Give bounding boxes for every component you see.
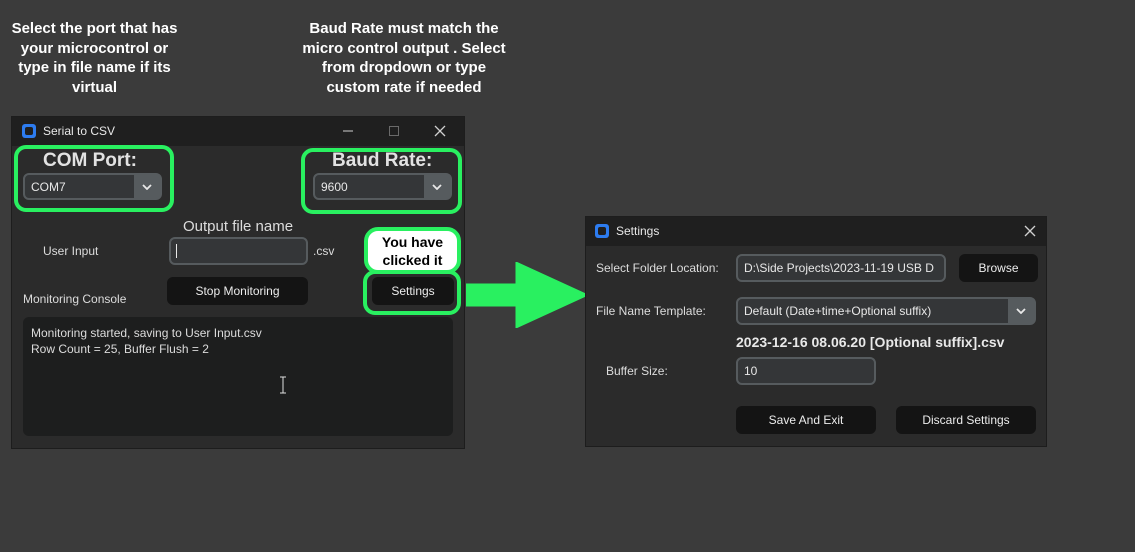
settings-titlebar: Settings xyxy=(586,217,1046,246)
folder-location-value: D:\Side Projects\2023-11-19 USB D xyxy=(744,261,934,275)
chevron-down-icon[interactable] xyxy=(1008,299,1034,323)
port-annotation: Select the port that has your microcontr… xyxy=(11,20,178,96)
monitoring-console-label: Monitoring Console xyxy=(23,292,127,306)
folder-location-label: Select Folder Location: xyxy=(596,261,719,275)
console-line: Row Count = 25, Buffer Flush = 2 xyxy=(31,342,209,356)
output-file-label: Output file name xyxy=(183,218,294,235)
main-window-title: Serial to CSV xyxy=(43,124,116,138)
discard-settings-button[interactable]: Discard Settings xyxy=(896,406,1036,434)
minimize-icon[interactable] xyxy=(336,120,360,142)
maximize-icon[interactable] xyxy=(382,120,406,142)
buffer-size-label: Buffer Size: xyxy=(606,364,668,378)
baud-rate-highlight xyxy=(301,148,462,214)
user-input-label: User Input xyxy=(43,244,99,258)
close-icon[interactable] xyxy=(428,120,452,142)
monitoring-console[interactable]: Monitoring started, saving to User Input… xyxy=(23,317,453,436)
text-cursor xyxy=(176,244,177,258)
app-icon xyxy=(22,124,36,138)
file-name-input[interactable] xyxy=(169,237,308,265)
console-line: Monitoring started, saving to User Input… xyxy=(31,326,262,340)
file-name-preview: 2023-12-16 08.06.20 [Optional suffix].cs… xyxy=(736,334,1005,350)
settings-window: Settings Select Folder Location: D:\Side… xyxy=(586,217,1046,446)
buffer-size-input[interactable]: 10 xyxy=(736,357,876,385)
arrow-right-icon xyxy=(466,262,590,328)
settings-highlight xyxy=(363,270,461,315)
csv-suffix-label: .csv xyxy=(313,244,335,258)
close-icon[interactable] xyxy=(1018,220,1042,242)
clicked-annotation: You have clicked it xyxy=(364,227,461,274)
file-name-template-select[interactable]: Default (Date+time+Optional suffix) xyxy=(736,297,1036,325)
com-port-highlight xyxy=(14,145,174,212)
settings-window-title: Settings xyxy=(616,224,660,238)
ibeam-cursor-icon xyxy=(279,376,287,399)
browse-button[interactable]: Browse xyxy=(959,254,1038,282)
file-name-template-label: File Name Template: xyxy=(596,304,706,318)
baud-annotation: Baud Rate must match the micro control o… xyxy=(302,20,506,96)
folder-location-input[interactable]: D:\Side Projects\2023-11-19 USB D xyxy=(736,254,946,282)
file-name-template-value: Default (Date+time+Optional suffix) xyxy=(744,304,932,318)
app-icon xyxy=(595,224,609,238)
save-and-exit-button[interactable]: Save And Exit xyxy=(736,406,876,434)
buffer-size-value: 10 xyxy=(744,364,758,378)
main-titlebar: Serial to CSV xyxy=(12,117,464,146)
stop-monitoring-button[interactable]: Stop Monitoring xyxy=(167,277,308,305)
